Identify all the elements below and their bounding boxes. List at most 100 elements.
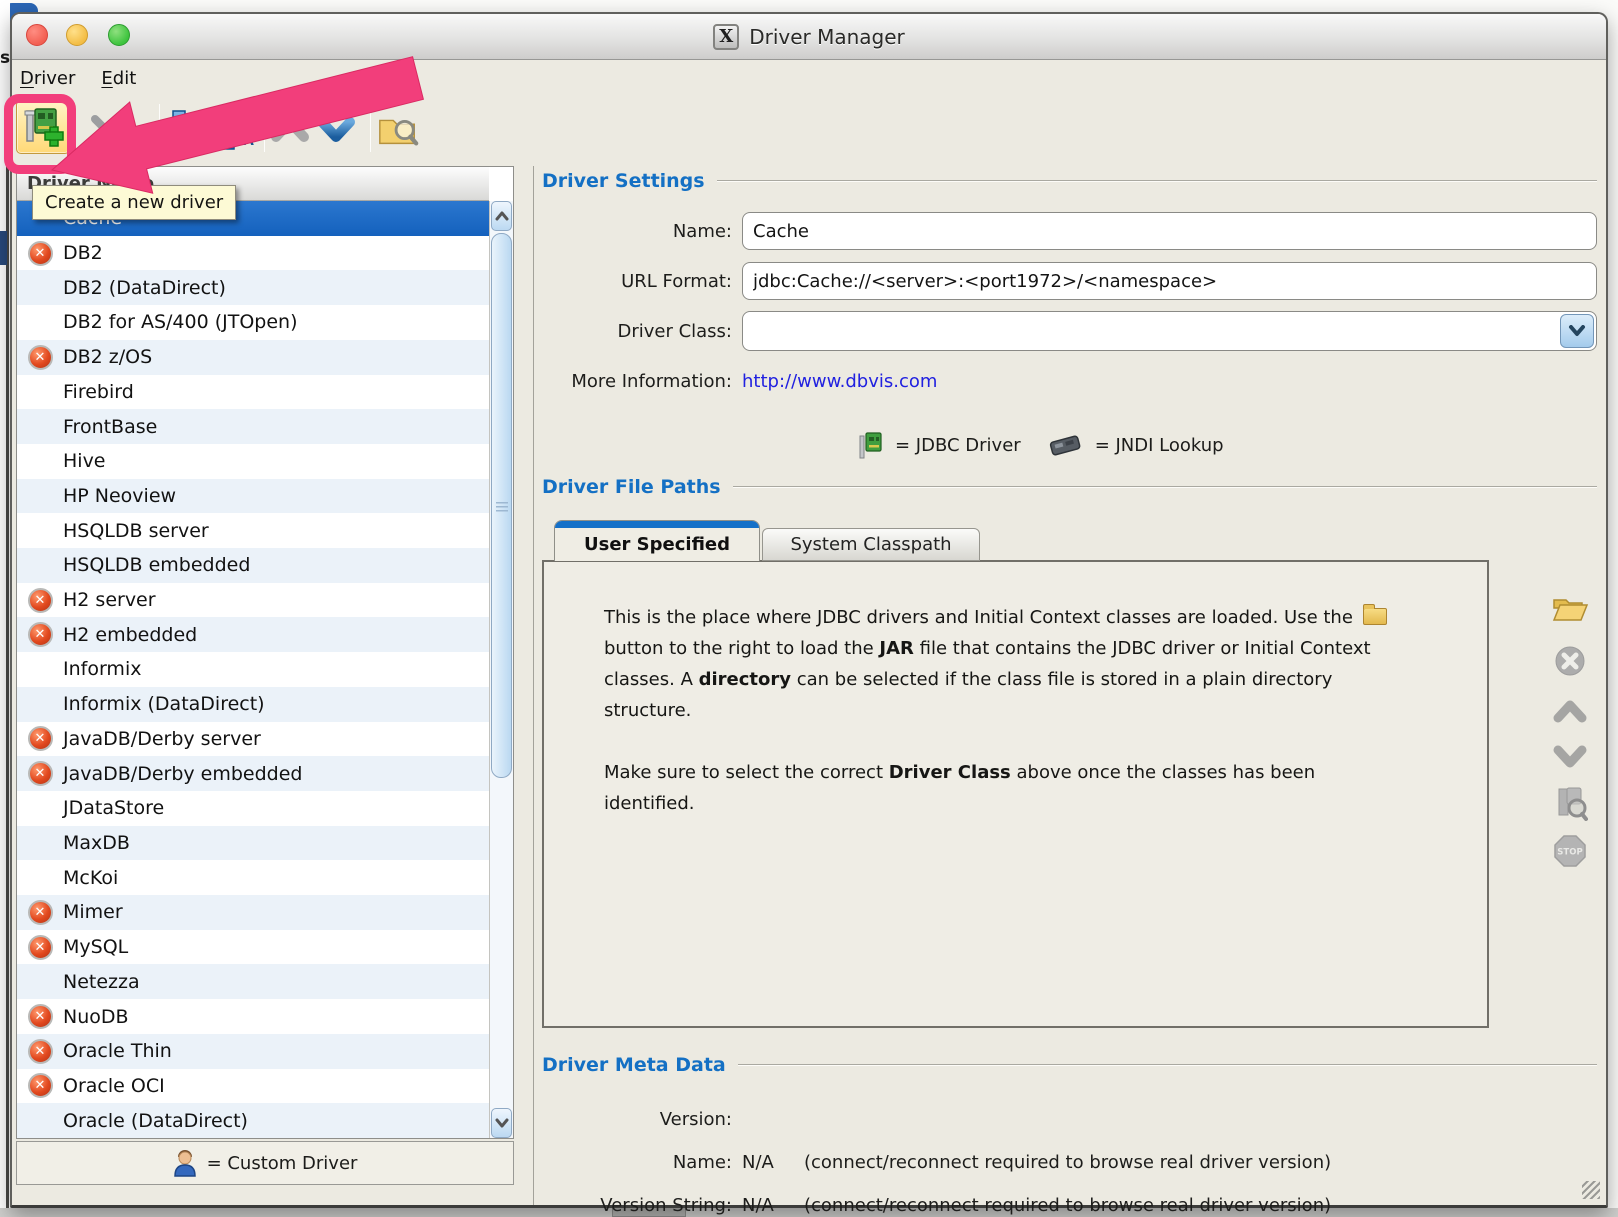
driver-row-hp-neoview[interactable]: HP Neoview	[17, 479, 489, 514]
driver-name-label: Hive	[63, 450, 106, 472]
driver-row-mckoi[interactable]: McKoi	[17, 860, 489, 895]
move-up-button[interactable]	[268, 108, 312, 152]
error-badge-icon: ✕	[28, 1004, 53, 1029]
jndi-lookup-legend-text: = JNDI Lookup	[1095, 435, 1224, 456]
driver-row-javadb-derby-embedded[interactable]: ✕JavaDB/Derby embedded	[17, 756, 489, 791]
driver-class-combobox[interactable]	[742, 311, 1597, 351]
chevron-up-icon	[268, 109, 312, 151]
screenshot-root: s X Driver Manager DriverEdit	[0, 0, 1618, 1217]
meta-value: N/A	[742, 1152, 804, 1173]
meta-value: N/A	[742, 1195, 804, 1216]
sort-descending-icon: A Z	[163, 107, 207, 153]
more-information-label: More Information:	[542, 371, 742, 392]
window-title-group: X Driver Manager	[713, 24, 905, 50]
driver-class-dropdown-button[interactable]	[1560, 314, 1594, 348]
driver-row-hsqldb-server[interactable]: HSQLDB server	[17, 513, 489, 548]
more-information-row: More Information: http://www.dbvis.com	[542, 366, 1597, 396]
menu-driver[interactable]: Driver	[20, 68, 75, 89]
file-paths-help-text: This is the place where JDBC drivers and…	[604, 602, 1404, 850]
driver-row-netezza[interactable]: Netezza	[17, 964, 489, 999]
meta-label: Version String:	[542, 1195, 742, 1216]
jdbc-driver-legend-text: = JDBC Driver	[895, 435, 1021, 456]
chevron-down-icon	[1568, 325, 1586, 337]
find-button[interactable]	[376, 108, 420, 152]
scroll-down-button[interactable]	[491, 1108, 512, 1138]
driver-list-scrollbar[interactable]	[489, 201, 513, 1138]
scrollbar-thumb[interactable]	[491, 233, 512, 778]
svg-text:Z: Z	[194, 133, 204, 149]
driver-row-jdatastore[interactable]: JDataStore	[17, 791, 489, 826]
driver-row-nuodb[interactable]: ✕NuoDB	[17, 999, 489, 1034]
driver-name-label: DB2 for AS/400 (JTOpen)	[63, 311, 298, 333]
svg-text:Z: Z	[243, 113, 253, 129]
folder-icon	[1363, 608, 1387, 625]
driver-row-oracle-datadirect-[interactable]: Oracle (DataDirect)	[17, 1103, 489, 1138]
background-blue-sliver	[0, 231, 7, 265]
driver-row-hsqldb-embedded[interactable]: HSQLDB embedded	[17, 548, 489, 583]
url-format-field[interactable]	[742, 262, 1597, 300]
driver-name-label: HSQLDB server	[63, 520, 209, 542]
driver-row-h2-server[interactable]: ✕H2 server	[17, 583, 489, 618]
jdbc-driver-icon	[857, 430, 883, 460]
chevron-down-icon	[1552, 744, 1588, 770]
remove-driver-button[interactable]	[84, 108, 128, 152]
driver-name-label: Netezza	[63, 971, 140, 993]
menu-bar: Driver Edit	[12, 60, 136, 96]
stop-button[interactable]: STOP	[1550, 831, 1590, 871]
name-label: Name:	[542, 221, 742, 242]
driver-row-javadb-derby-server[interactable]: ✕JavaDB/Derby server	[17, 722, 489, 757]
svg-text:A: A	[243, 133, 254, 149]
move-path-down-button[interactable]	[1550, 737, 1590, 777]
driver-file-paths-title: Driver File Paths	[542, 476, 721, 498]
meta-label: Name:	[542, 1152, 742, 1173]
tab-system-classpath[interactable]: System Classpath	[762, 528, 980, 561]
sort-descending-button[interactable]: A Z	[163, 108, 207, 152]
dbvis-link[interactable]: http://www.dbvis.com	[742, 371, 937, 392]
icon-legend: = JDBC Driver = JNDI Lookup	[857, 430, 1224, 460]
move-path-up-button[interactable]	[1550, 691, 1590, 731]
remove-path-button[interactable]	[1550, 641, 1590, 681]
section-rule	[733, 486, 1597, 488]
driver-name-label: H2 server	[63, 589, 156, 611]
driver-row-hive[interactable]: Hive	[17, 444, 489, 479]
close-button[interactable]	[26, 24, 48, 46]
x11-app-icon: X	[713, 24, 739, 50]
title-bar[interactable]: X Driver Manager	[12, 14, 1606, 60]
tooltip-create-driver: Create a new driver	[32, 185, 236, 220]
driver-name-label: Oracle (DataDirect)	[63, 1110, 248, 1132]
driver-row-informix-datadirect-[interactable]: Informix (DataDirect)	[17, 687, 489, 722]
driver-row-oracle-oci[interactable]: ✕Oracle OCI	[17, 1069, 489, 1104]
driver-class-field[interactable]	[743, 312, 1556, 350]
window-resize-grip[interactable]	[1582, 1181, 1600, 1199]
driver-row-db2-datadirect-[interactable]: DB2 (DataDirect)	[17, 270, 489, 305]
name-field[interactable]	[742, 212, 1597, 250]
move-down-button[interactable]	[314, 108, 358, 152]
user-specified-panel: This is the place where JDBC drivers and…	[542, 560, 1489, 1028]
menu-edit[interactable]: Edit	[101, 68, 136, 89]
find-driver-classes-button[interactable]	[1550, 783, 1590, 823]
scroll-up-button[interactable]	[491, 201, 512, 231]
background-window-edge	[6, 150, 9, 1217]
tab-user-specified[interactable]: User Specified	[554, 520, 760, 561]
driver-row-firebird[interactable]: Firebird	[17, 375, 489, 410]
minimize-button[interactable]	[66, 24, 88, 46]
driver-row-informix[interactable]: Informix	[17, 652, 489, 687]
driver-row-mimer[interactable]: ✕Mimer	[17, 895, 489, 930]
open-file-button[interactable]	[1550, 588, 1590, 628]
scrollbar-corner	[489, 167, 513, 201]
driver-row-mysql[interactable]: ✕MySQL	[17, 930, 489, 965]
driver-row-maxdb[interactable]: MaxDB	[17, 826, 489, 861]
driver-row-db2-for-as-400-jtopen-[interactable]: DB2 for AS/400 (JTOpen)	[17, 305, 489, 340]
file-path-actions: STOP	[1550, 560, 1590, 1028]
driver-row-db2[interactable]: ✕DB2	[17, 236, 489, 271]
driver-meta-data-title: Driver Meta Data	[542, 1054, 726, 1076]
stop-icon: STOP	[1553, 834, 1587, 868]
sort-ascending-button[interactable]: Z A	[212, 108, 256, 152]
driver-row-db2-z-os[interactable]: ✕DB2 z/OS	[17, 340, 489, 375]
driver-name-label: Oracle OCI	[63, 1075, 165, 1097]
driver-name-label: MaxDB	[63, 832, 130, 854]
driver-row-frontbase[interactable]: FrontBase	[17, 409, 489, 444]
driver-row-h2-embedded[interactable]: ✕H2 embedded	[17, 617, 489, 652]
zoom-button[interactable]	[108, 24, 130, 46]
driver-row-oracle-thin[interactable]: ✕Oracle Thin	[17, 1034, 489, 1069]
